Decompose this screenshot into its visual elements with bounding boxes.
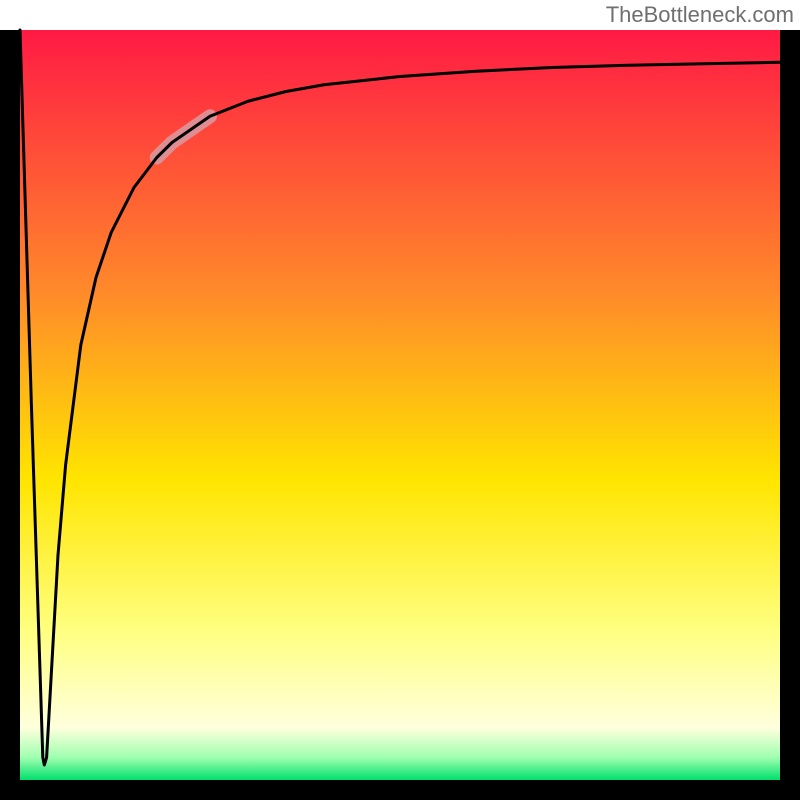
- attribution-watermark: TheBottleneck.com: [606, 2, 794, 28]
- plot-background: [20, 30, 780, 780]
- axis-bottom: [0, 780, 800, 800]
- axis-left: [0, 30, 20, 800]
- axis-right: [780, 30, 800, 800]
- chart-canvas: [0, 0, 800, 800]
- chart-root: TheBottleneck.com: [0, 0, 800, 800]
